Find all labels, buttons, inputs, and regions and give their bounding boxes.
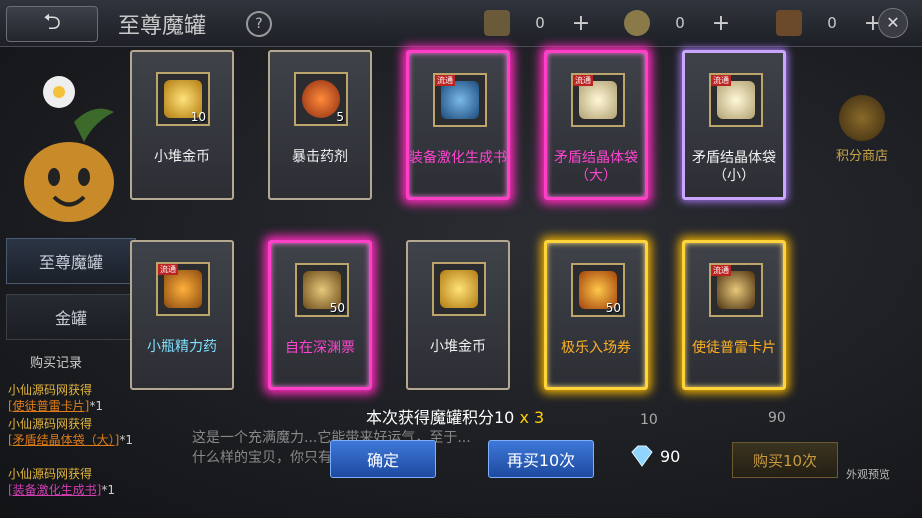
score-shop-label: 积分商店: [835, 149, 888, 164]
abyss-ticket-icon: 50: [295, 263, 349, 317]
bg-single-cost: 10: [640, 412, 658, 428]
score-shop-button[interactable]: 积分商店: [822, 95, 902, 175]
coin-icon: [624, 10, 650, 36]
appearance-preview-label[interactable]: 外观预览: [846, 466, 890, 482]
add-ticket-button[interactable]: +: [570, 11, 592, 36]
ticket-icon: [484, 10, 510, 36]
reward-name: 矛盾结晶体袋（大）: [554, 150, 638, 184]
reward-card: 5 暴击药剂: [268, 50, 372, 200]
gold-coins-icon: [432, 262, 486, 316]
diamond-icon: [631, 445, 653, 467]
resource-coin: 0 +: [624, 10, 732, 36]
card-icon: [776, 10, 802, 36]
log-entry: 小仙源码网获得 [矛盾结晶体袋（大）]*1: [8, 416, 158, 448]
resource-coin-value: 0: [675, 14, 685, 32]
buy-again-10-button[interactable]: 再买10次: [488, 440, 594, 478]
log-item[interactable]: [使徒普雷卡片]: [8, 399, 89, 413]
tab-gold-jar[interactable]: 金罐: [6, 294, 136, 340]
reward-card: 50 自在深渊票: [268, 240, 372, 390]
resource-card-value: 0: [827, 14, 837, 32]
reward-name: 小堆金币: [430, 339, 486, 355]
reward-card: 小堆金币: [406, 240, 510, 390]
apostle-card-icon: 流通: [709, 263, 763, 317]
reward-name: 矛盾结晶体袋（小）: [692, 150, 776, 184]
log-entry: 小仙源码网获得 [装备激化生成书]*1: [8, 466, 158, 498]
log-item[interactable]: [矛盾结晶体袋（大）]: [8, 433, 119, 447]
tab-supreme-jar[interactable]: 至尊魔罐: [6, 238, 136, 284]
log-user: 小仙源码网获得: [8, 417, 93, 431]
reward-card: 流通 矛盾结晶体袋（小）: [682, 50, 786, 200]
close-button[interactable]: ✕: [878, 8, 908, 38]
potion-icon: 5: [294, 72, 348, 126]
buy-again-cost: 90: [628, 444, 680, 468]
log-user: 小仙源码网获得: [8, 383, 93, 397]
crystal-bag-large-icon: 流通: [571, 73, 625, 127]
reward-card: 50 极乐入场券: [544, 240, 648, 390]
score-shop-icon: [839, 95, 885, 141]
score-gained-text: 本次获得魔罐积分10: [366, 408, 515, 427]
back-button[interactable]: ⮌: [6, 6, 98, 42]
reward-card: 流通 小瓶精力药: [130, 240, 234, 390]
resource-ticket: 0 +: [484, 10, 592, 36]
resource-card: 0 +: [776, 10, 884, 36]
reward-card: 10 小堆金币: [130, 50, 234, 200]
log-suffix: *1: [101, 483, 116, 497]
purchase-log-title: 购买记录: [30, 356, 83, 371]
stamina-potion-icon: 流通: [156, 262, 210, 316]
bg-ten-cost: 90: [768, 410, 786, 426]
reward-card: 流通 矛盾结晶体袋（大）: [544, 50, 648, 200]
reward-name: 自在深渊票: [285, 340, 355, 356]
log-suffix: *1: [89, 399, 104, 413]
reward-name: 小堆金币: [154, 149, 210, 165]
page-title: 至尊魔罐: [118, 14, 207, 39]
enhance-book-icon: 流通: [433, 73, 487, 127]
confirm-button[interactable]: 确定: [330, 440, 436, 478]
reward-card: 流通 使徒普雷卡片: [682, 240, 786, 390]
reward-name: 极乐入场券: [561, 340, 631, 356]
help-button[interactable]: ?: [246, 11, 272, 37]
log-suffix: *1: [119, 433, 134, 447]
reward-name: 暴击药剂: [292, 149, 348, 165]
buy-10-button[interactable]: 购买10次: [732, 442, 838, 478]
cost-value: 90: [660, 446, 681, 466]
flower-pot-mascot-icon: [24, 76, 114, 222]
log-item[interactable]: [装备激化生成书]: [8, 483, 101, 497]
back-arrow-icon: ⮌: [43, 10, 61, 35]
gold-coins-icon: 10: [156, 72, 210, 126]
add-coin-button[interactable]: +: [710, 11, 732, 36]
resource-ticket-value: 0: [535, 14, 545, 32]
reward-card: 流通 装备激化生成书: [406, 50, 510, 200]
reward-name: 小瓶精力药: [147, 339, 217, 355]
crystal-bag-small-icon: 流通: [709, 73, 763, 127]
reward-name: 装备激化生成书: [409, 150, 507, 166]
reward-name: 使徒普雷卡片: [692, 340, 776, 356]
entry-ticket-icon: 50: [571, 263, 625, 317]
log-user: 小仙源码网获得: [8, 467, 93, 481]
score-multiplier: x 3: [519, 408, 545, 427]
result-text: 本次获得魔罐积分10 x 3: [366, 404, 544, 428]
